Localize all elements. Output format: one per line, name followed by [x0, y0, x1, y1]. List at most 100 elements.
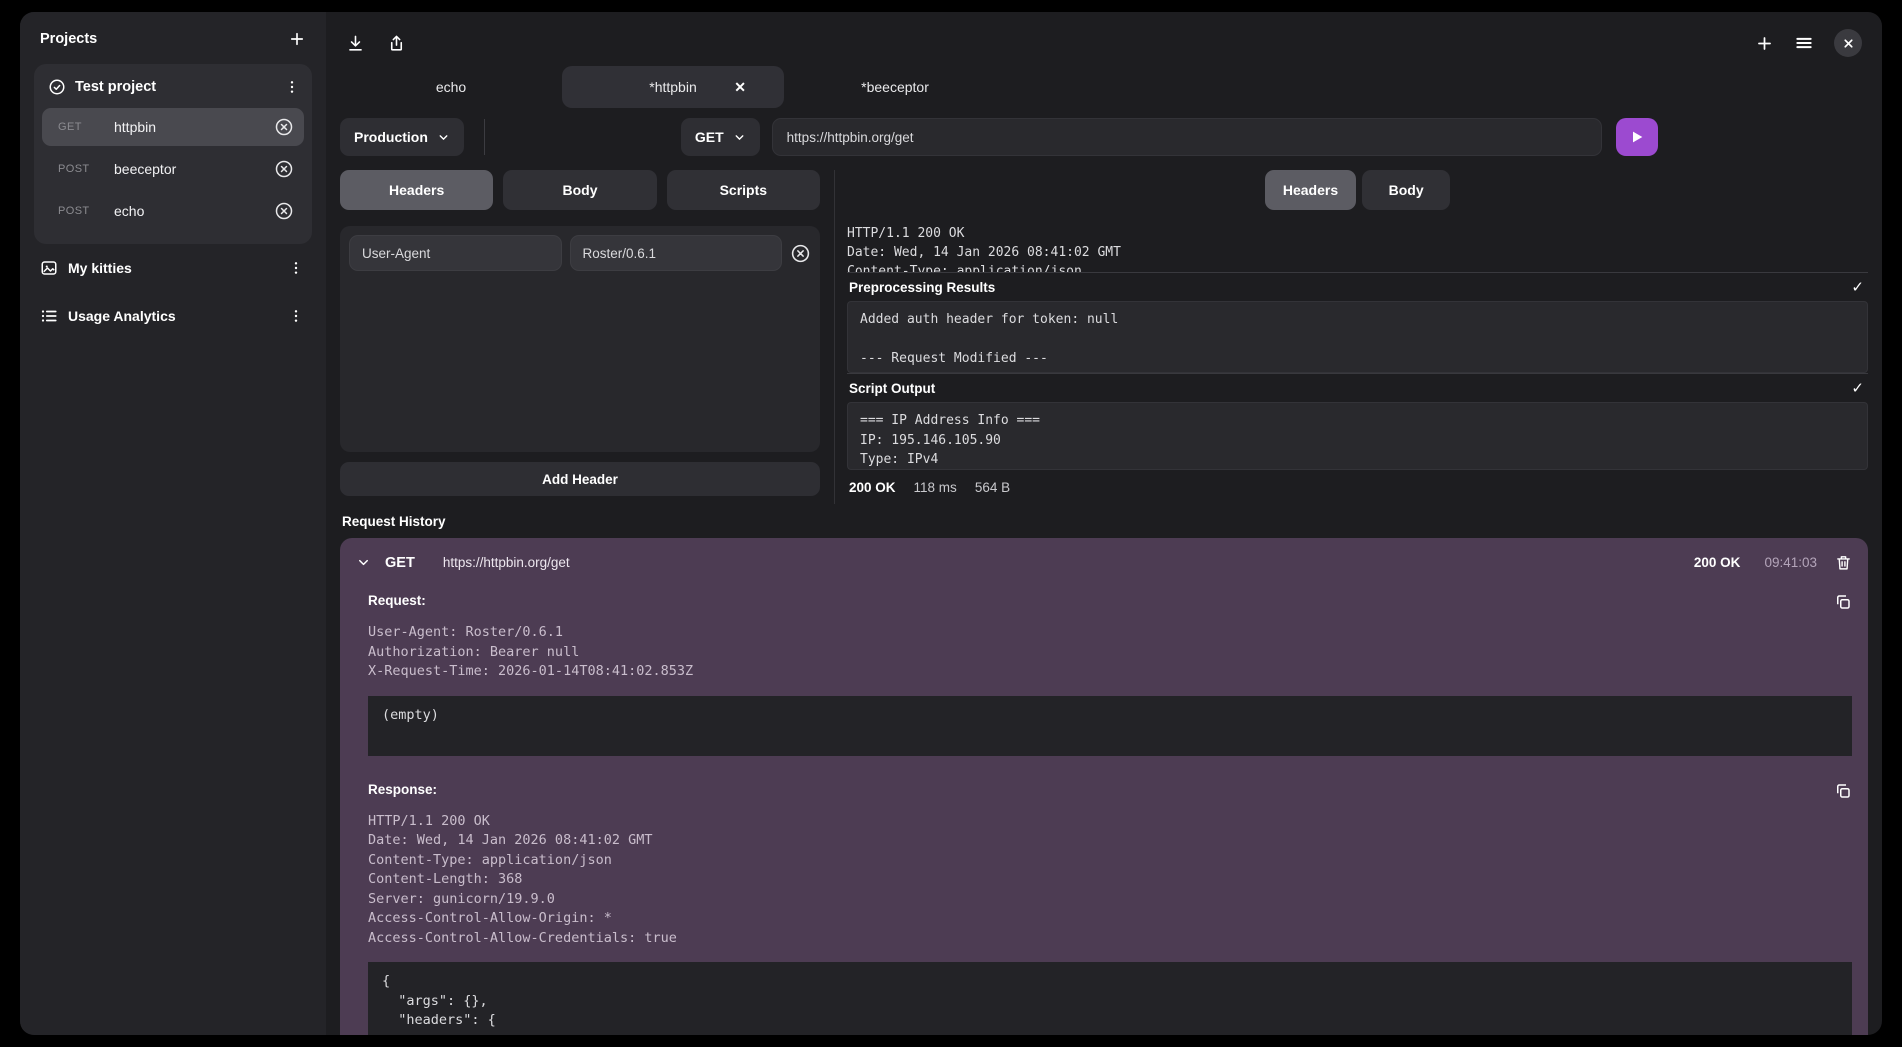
tab-headers[interactable]: Headers	[340, 170, 493, 210]
script-output-title: Script Output	[849, 381, 935, 396]
project-group: Test project GET httpbin POST beeceptor	[34, 64, 312, 244]
kebab-icon	[288, 308, 304, 324]
divider	[484, 119, 485, 155]
request-bar: Production GET	[340, 118, 1868, 156]
history-timestamp: 09:41:03	[1764, 555, 1817, 570]
request-panel: Headers Body Scripts Add Header	[340, 170, 834, 504]
method-dropdown[interactable]: GET	[681, 118, 760, 156]
url-input[interactable]	[772, 118, 1602, 156]
request-history-section: Request History GET https://httpbin.org/…	[340, 508, 1868, 1035]
remove-request-button[interactable]	[274, 201, 294, 221]
header-value-input[interactable]	[570, 235, 783, 271]
tab-scripts[interactable]: Scripts	[667, 170, 820, 210]
trash-icon	[1835, 554, 1852, 571]
request-method-label: GET	[58, 121, 102, 133]
share-icon	[387, 34, 406, 53]
request-method-label: POST	[58, 163, 102, 175]
preprocessing-output: Added auth header for token: null --- Re…	[847, 301, 1868, 373]
request-name: beeceptor	[114, 161, 274, 177]
request-history-title: Request History	[340, 508, 1868, 538]
document-tabs: echo *httpbin ✕ *beeceptor	[340, 66, 1868, 108]
tab-body[interactable]: Body	[503, 170, 656, 210]
kebab-icon	[284, 79, 300, 95]
sidebar-item-beeceptor[interactable]: POST beeceptor	[42, 150, 304, 188]
app-window: Projects Test project GET httpbin	[20, 12, 1882, 1035]
environment-value: Production	[354, 129, 428, 145]
tab-label: echo	[436, 79, 466, 95]
copy-icon	[1834, 593, 1852, 611]
chevron-down-icon	[437, 131, 450, 144]
preprocessing-section-header[interactable]: Preprocessing Results ✓	[847, 272, 1868, 301]
script-output-section-header[interactable]: Script Output ✓	[847, 373, 1868, 402]
list-icon	[40, 307, 58, 325]
response-block-label: Response:	[368, 782, 437, 797]
tab-response-body[interactable]: Body	[1362, 170, 1450, 210]
history-status: 200 OK	[1694, 555, 1741, 570]
section-menu-button[interactable]	[288, 260, 304, 276]
history-entry-body: Request: User-Agent: Roster/0.6.1 Author…	[340, 583, 1868, 1035]
tab-echo[interactable]: echo	[340, 66, 562, 108]
add-header-button[interactable]: Add Header	[340, 462, 820, 496]
sidebar-item-httpbin[interactable]: GET httpbin	[42, 108, 304, 146]
section-menu-button[interactable]	[288, 308, 304, 324]
tab-response-headers[interactable]: Headers	[1265, 170, 1356, 210]
remove-header-button[interactable]	[790, 243, 811, 264]
project-menu-button[interactable]	[284, 79, 300, 95]
tab-label: *httpbin	[649, 79, 696, 95]
environment-dropdown[interactable]: Production	[340, 118, 464, 156]
sidebar-section-label: My kitties	[68, 260, 278, 276]
request-name: echo	[114, 203, 274, 219]
header-row	[349, 235, 811, 271]
check-icon: ✓	[1851, 379, 1864, 397]
close-window-button[interactable]	[1834, 29, 1862, 57]
import-button[interactable]	[346, 34, 365, 53]
history-entry-header[interactable]: GET https://httpbin.org/get 200 OK 09:41…	[340, 538, 1868, 583]
status-code: 200 OK	[849, 480, 896, 495]
close-tab-icon[interactable]: ✕	[734, 79, 746, 96]
response-panel: Headers Body HTTP/1.1 200 OK Date: Wed, …	[834, 170, 1868, 504]
export-button[interactable]	[387, 34, 406, 53]
project-group-header[interactable]: Test project	[42, 74, 304, 108]
play-icon	[1629, 129, 1645, 145]
tab-label: *beeceptor	[861, 79, 929, 95]
download-icon	[346, 34, 365, 53]
tab-beeceptor[interactable]: *beeceptor	[784, 66, 1006, 108]
response-panel-tabs: Headers Body	[847, 170, 1868, 210]
request-block-label: Request:	[368, 593, 426, 608]
copy-icon	[1834, 782, 1852, 800]
headers-list	[340, 226, 820, 452]
history-request-headers: User-Agent: Roster/0.6.1 Authorization: …	[368, 623, 1852, 682]
close-icon	[1842, 37, 1855, 50]
copy-request-button[interactable]	[1834, 593, 1852, 611]
history-method: GET	[385, 555, 415, 571]
response-time: 118 ms	[914, 480, 957, 495]
delete-history-button[interactable]	[1835, 554, 1852, 571]
sidebar-header: Projects	[34, 30, 312, 48]
new-tab-button[interactable]	[1755, 34, 1774, 53]
send-request-button[interactable]	[1616, 118, 1658, 156]
remove-request-button[interactable]	[274, 159, 294, 179]
plus-icon	[1755, 34, 1774, 53]
sidebar: Projects Test project GET httpbin	[20, 12, 326, 1035]
sidebar-item-usage-analytics[interactable]: Usage Analytics	[34, 292, 312, 340]
menu-button[interactable]	[1794, 33, 1814, 53]
add-project-button[interactable]	[288, 30, 306, 48]
plus-icon	[288, 30, 306, 48]
history-url: https://httpbin.org/get	[443, 555, 1680, 570]
history-response-headers: HTTP/1.1 200 OK Date: Wed, 14 Jan 2026 0…	[368, 812, 1852, 949]
sidebar-item-my-kitties[interactable]: My kitties	[34, 244, 312, 292]
response-headers-preview: HTTP/1.1 200 OK Date: Wed, 14 Jan 2026 0…	[847, 224, 1868, 272]
history-request-body: (empty)	[368, 696, 1852, 756]
chevron-down-icon	[356, 555, 371, 570]
circle-x-icon	[274, 159, 294, 179]
sidebar-item-echo[interactable]: POST echo	[42, 192, 304, 230]
script-output: === IP Address Info === IP: 195.146.105.…	[847, 402, 1868, 470]
remove-request-button[interactable]	[274, 117, 294, 137]
kebab-icon	[288, 260, 304, 276]
copy-response-button[interactable]	[1834, 782, 1852, 800]
response-size: 564 B	[975, 480, 1010, 495]
history-response-body: { "args": {}, "headers": {	[368, 962, 1852, 1035]
main-area: echo *httpbin ✕ *beeceptor Production GE…	[326, 12, 1882, 1035]
tab-httpbin[interactable]: *httpbin ✕	[562, 66, 784, 108]
header-key-input[interactable]	[349, 235, 562, 271]
